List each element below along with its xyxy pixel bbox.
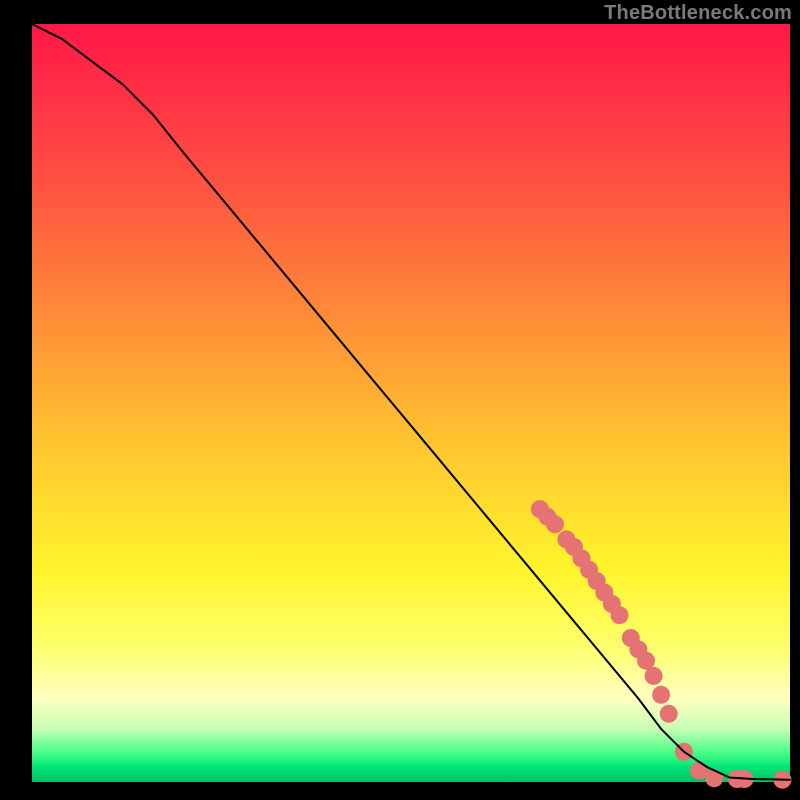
bottleneck-curve [32,24,790,780]
highlight-dot [660,705,678,723]
chart-svg [32,24,790,782]
watermark-text: TheBottleneck.com [604,2,792,25]
highlight-dot [705,769,723,787]
highlight-dot [652,686,670,704]
marker-layer [531,500,792,789]
highlight-dot [611,606,629,624]
highlight-dot [645,667,663,685]
highlight-dot [546,515,564,533]
plot-area [32,24,790,782]
chart-stage: TheBottleneck.com [0,0,800,800]
